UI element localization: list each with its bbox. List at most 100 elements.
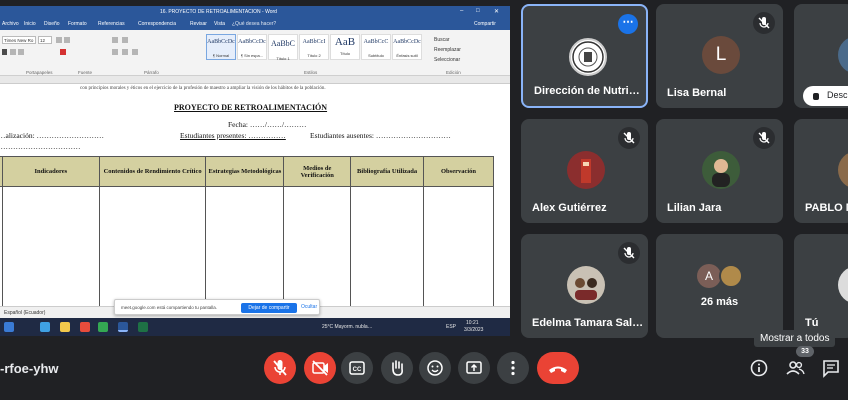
clock-date[interactable]: 3/3/2023 bbox=[464, 327, 483, 333]
captions-button[interactable]: CC bbox=[341, 352, 373, 384]
edge-icon[interactable] bbox=[40, 322, 50, 332]
more-options-icon[interactable]: ⋯ bbox=[618, 14, 638, 34]
menu-inicio[interactable]: Inicio bbox=[24, 21, 36, 27]
app-icon[interactable] bbox=[80, 322, 90, 332]
avatar: A bbox=[697, 264, 721, 288]
present-screen-button[interactable] bbox=[458, 352, 490, 384]
menu-revisar[interactable]: Revisar bbox=[190, 21, 207, 27]
menu-vista[interactable]: Vista bbox=[214, 21, 225, 27]
italic-icon[interactable] bbox=[10, 49, 16, 55]
people-icon bbox=[786, 361, 805, 375]
microphone-off-button[interactable] bbox=[264, 352, 296, 384]
meeting-details-button[interactable] bbox=[748, 357, 770, 379]
table-cell[interactable] bbox=[205, 186, 285, 309]
language-indicator[interactable]: ESP bbox=[446, 324, 456, 330]
style-titulo-2[interactable]: AaBbCcI Título 2 bbox=[299, 34, 329, 60]
share-notice-text: meet.google.com está compartiendo tu pan… bbox=[121, 305, 218, 310]
close-icon[interactable]: ✕ bbox=[494, 8, 499, 15]
group-label: Portapapeles bbox=[26, 70, 53, 75]
participant-tile[interactable]: Desc… bbox=[794, 4, 848, 108]
participant-tile[interactable]: Alex Gutiérrez bbox=[521, 119, 648, 223]
underline-icon[interactable] bbox=[18, 49, 24, 55]
avatar: L bbox=[702, 36, 740, 74]
file-explorer-icon[interactable] bbox=[60, 322, 70, 332]
style-enfasis-sutil[interactable]: AaBbCcDc Énfasis sutil bbox=[392, 34, 422, 60]
captions-icon: CC bbox=[349, 361, 365, 375]
hand-icon bbox=[392, 360, 403, 376]
self-tile[interactable]: Tú bbox=[794, 234, 848, 338]
table-cell[interactable] bbox=[350, 186, 425, 309]
table-cell[interactable] bbox=[98, 186, 207, 309]
people-button[interactable] bbox=[784, 357, 806, 379]
screen-share-notice: meet.google.com está compartiendo tu pan… bbox=[114, 299, 320, 315]
share-word-button[interactable]: Compartir bbox=[474, 21, 496, 27]
camera-off-button[interactable] bbox=[304, 352, 336, 384]
font-color-icon[interactable] bbox=[60, 49, 66, 55]
align-right-icon[interactable] bbox=[132, 49, 138, 55]
menu-referencias[interactable]: Referencias bbox=[98, 21, 125, 27]
style-sin-espaciado[interactable]: AaBbCcDc ¶ Sin espa... bbox=[237, 34, 267, 60]
table-cell[interactable] bbox=[423, 186, 494, 309]
menu-formato[interactable]: Formato bbox=[68, 21, 87, 27]
retroalimentacion-table: Indicadores Contenidos de Rendimiento Cr… bbox=[0, 156, 494, 309]
more-options-button[interactable] bbox=[497, 352, 529, 384]
more-vert-icon bbox=[511, 360, 515, 376]
chrome-icon[interactable] bbox=[98, 322, 108, 332]
weather-widget[interactable]: 25°C Mayorm. nubla… bbox=[322, 324, 373, 330]
chat-button[interactable] bbox=[820, 357, 842, 379]
previous-text-line: con principios morales y éticos en el ej… bbox=[80, 86, 326, 91]
word-title: 16. PROYECTO DE RETROALIMENTACION - Word bbox=[160, 9, 277, 15]
institution-logo bbox=[572, 41, 604, 73]
table-cell[interactable] bbox=[283, 186, 352, 309]
align-left-icon[interactable] bbox=[112, 49, 118, 55]
maximize-icon[interactable]: □ bbox=[476, 8, 480, 14]
font-size-select[interactable]: 12 bbox=[38, 36, 52, 44]
bullets-icon[interactable] bbox=[112, 37, 118, 43]
table-row bbox=[0, 186, 494, 309]
chat-icon bbox=[823, 360, 839, 378]
hide-notice-link[interactable]: Ocultar bbox=[301, 304, 317, 310]
font-name-select[interactable]: Times New Ro bbox=[2, 36, 36, 44]
present-icon bbox=[466, 361, 482, 374]
menu-archivo[interactable]: Archivo bbox=[2, 21, 19, 27]
avatar bbox=[569, 38, 607, 76]
table-cell[interactable] bbox=[1, 186, 100, 309]
style-titulo[interactable]: AaB Título bbox=[330, 34, 360, 60]
participant-count-badge: 33 bbox=[796, 346, 814, 357]
start-icon[interactable] bbox=[4, 322, 14, 332]
grow-font-icon[interactable] bbox=[56, 37, 62, 43]
participant-tile[interactable]: A 26 más bbox=[656, 234, 783, 338]
clock-time[interactable]: 10:21 bbox=[466, 320, 479, 326]
participant-tile[interactable]: L Lisa Bernal bbox=[656, 4, 783, 108]
participant-tile[interactable]: Lilian Jara bbox=[656, 119, 783, 223]
emoji-button[interactable] bbox=[419, 352, 451, 384]
participant-tile[interactable]: PABLO M… bbox=[794, 119, 848, 223]
stop-sharing-button[interactable]: Dejar de compartir bbox=[241, 303, 297, 313]
numbering-icon[interactable] bbox=[122, 37, 128, 43]
participant-name-pill: Desc… bbox=[803, 86, 848, 106]
select-button[interactable]: Seleccionar bbox=[434, 57, 460, 63]
leave-call-button[interactable] bbox=[537, 352, 579, 384]
excel-taskbar-icon[interactable] bbox=[138, 322, 148, 332]
minimize-icon[interactable]: – bbox=[460, 8, 463, 14]
style-subtitulo[interactable]: AaBbCcC Subtítulo bbox=[361, 34, 391, 60]
participant-tile[interactable]: ⋯ Dirección de Nutri… bbox=[521, 4, 648, 108]
raise-hand-button[interactable] bbox=[381, 352, 413, 384]
tell-me-search[interactable]: ¿Qué desea hacer? bbox=[232, 21, 276, 27]
participant-tile[interactable]: Edelma Tamara Sal… bbox=[521, 234, 648, 338]
language-status[interactable]: Español (Ecuador) bbox=[4, 310, 45, 316]
align-center-icon[interactable] bbox=[122, 49, 128, 55]
menu-diseno[interactable]: Diseño bbox=[44, 21, 60, 27]
shrink-font-icon[interactable] bbox=[64, 37, 70, 43]
svg-text:CC: CC bbox=[353, 367, 362, 373]
document-page[interactable]: con principios morales y éticos en el ej… bbox=[0, 84, 510, 309]
mic-off-icon bbox=[273, 360, 287, 376]
replace-button[interactable]: Reemplazar bbox=[434, 47, 461, 53]
style-normal[interactable]: AaBbCcDc ¶ Normal bbox=[206, 34, 236, 60]
ruler[interactable] bbox=[0, 76, 510, 84]
menu-correspondencia[interactable]: Correspondencia bbox=[138, 21, 176, 27]
style-titulo-1[interactable]: AaBbC Título 1 bbox=[268, 34, 298, 61]
bold-icon[interactable] bbox=[2, 49, 7, 55]
find-button[interactable]: Buscar bbox=[434, 37, 450, 43]
word-taskbar-icon[interactable] bbox=[118, 322, 128, 332]
